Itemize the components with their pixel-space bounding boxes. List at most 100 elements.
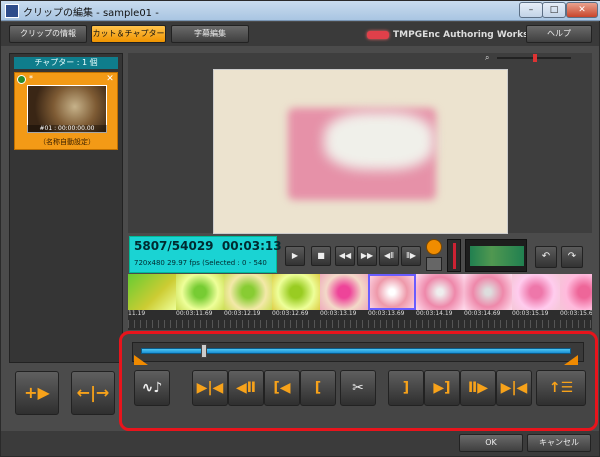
frame-image [176, 274, 224, 310]
frame-timecode: 00:03:12.19 [224, 310, 261, 317]
undo-button[interactable]: ↶ [535, 246, 557, 268]
split-clip-button[interactable]: ←|→ [71, 371, 115, 415]
minimize-button[interactable]: – [519, 2, 543, 18]
playhead-handle[interactable] [201, 344, 207, 358]
frame-image [416, 274, 464, 310]
rewind-button[interactable]: ◀◀ [335, 246, 355, 266]
prev-keyframe-button[interactable]: ▶|◀ [192, 370, 228, 406]
video-details: 720x480 29.97 fps (Selected : 0 - 540 [134, 259, 267, 267]
frame-timecode: 00:03:11.69 [176, 310, 213, 317]
film-frame[interactable]: 00:03:15.69 [560, 274, 592, 320]
maximize-button[interactable]: □ [542, 2, 566, 18]
brand-text: TMPGEnc Authoring Works 5 [393, 30, 538, 40]
film-frame-selected[interactable]: 00:03:13.69 [368, 274, 416, 320]
frame-timecode: 00:03:15.69 [560, 310, 592, 317]
tab-subtitle-edit[interactable]: 字幕編集 [171, 25, 249, 43]
step-back-button[interactable]: ◀Ⅱ [228, 370, 264, 406]
film-frame[interactable]: 00:03:15.19 [512, 274, 560, 320]
ok-badge-icon [17, 75, 26, 84]
audio-mode-icon[interactable] [426, 239, 442, 255]
frame-counter: 5807/54029 00:03:13 [134, 239, 282, 253]
frame-image [272, 274, 320, 310]
delete-chapter-icon[interactable]: ✕ [105, 74, 115, 84]
chapter-count-header: チャプター : 1 個 [14, 57, 118, 69]
film-frame[interactable]: 00:03:14.19 [416, 274, 464, 320]
frame-timecode: 00:03:12.69 [272, 310, 309, 317]
audio-wave-button[interactable]: ∿♪ [134, 370, 170, 406]
next-keyframe-button[interactable]: ▶|◀ [496, 370, 532, 406]
chapter-name: （名称自動設定） [39, 138, 95, 146]
frame-image [368, 274, 416, 310]
frame-image [512, 274, 560, 310]
goto-out-button[interactable]: ▶] [424, 370, 460, 406]
brand-logo: TMPGEnc Authoring Works 5 [367, 28, 538, 42]
cut-button[interactable]: ✂ [340, 370, 376, 406]
goto-in-button[interactable]: [◀ [264, 370, 300, 406]
zoom-knob[interactable] [533, 54, 537, 62]
tab-cut-chapter[interactable]: カット＆チャプター [91, 25, 166, 43]
magnifier-icon: ⌕ [485, 53, 490, 62]
step-forward-frame-button[interactable]: Ⅱ▶ [401, 246, 421, 266]
ok-button[interactable]: OK [459, 434, 523, 452]
volume-bar [453, 243, 456, 269]
current-time: 00:03:13 [221, 239, 282, 253]
frame-image [320, 274, 368, 310]
brand-mark-icon [367, 31, 389, 39]
frame-image [128, 274, 176, 310]
preview-image-cloud [324, 112, 434, 170]
chapter-timecode: #01 : 00:00:00.00 [27, 125, 107, 133]
frame-counter-value: 5807/54029 [134, 239, 214, 253]
frame-timecode: 11.19 [128, 310, 146, 317]
audio-settings-icon[interactable] [426, 257, 442, 271]
in-marker-icon[interactable] [134, 355, 148, 365]
frame-timecode: 00:03:14.19 [416, 310, 453, 317]
frame-timecode: 00:03:13.69 [368, 310, 405, 317]
frame-image [560, 274, 592, 310]
help-button[interactable]: ヘルプ [526, 25, 592, 43]
film-frame[interactable]: 00:03:12.69 [272, 274, 320, 320]
film-frame[interactable]: 00:03:14.69 [464, 274, 512, 320]
step-back-frame-button[interactable]: ◀Ⅱ [379, 246, 399, 266]
fast-forward-button[interactable]: ▶▶ [357, 246, 377, 266]
out-marker-icon[interactable] [564, 355, 578, 365]
filmstrip[interactable]: 11.19 00:03:11.69 00:03:12.19 00:03:12.6… [128, 274, 592, 330]
volume-slider[interactable] [447, 239, 461, 272]
app-icon [5, 4, 19, 18]
app-window: クリップの編集 - sample01 - – □ ✕ クリップの情報 カット＆チ… [0, 0, 600, 457]
film-frame[interactable]: 11.19 [128, 274, 176, 320]
chapter-card[interactable]: * ✕ #01 : 00:00:00.00 （名称自動設定） [14, 72, 118, 150]
chapter-panel: チャプター : 1 個 * ✕ #01 : 00:00:00.00 （名称自動設… [9, 53, 123, 363]
cut-range-bar[interactable] [132, 342, 584, 362]
tab-bar: クリップの情報 カット＆チャプター 字幕編集 TMPGEnc Authoring… [1, 22, 599, 46]
film-frame[interactable]: 00:03:11.69 [176, 274, 224, 320]
audio-meter [465, 239, 527, 272]
set-in-button[interactable]: [ [300, 370, 336, 406]
stop-button[interactable]: ■ [311, 246, 331, 266]
timeline-scale [128, 320, 592, 328]
film-frame[interactable]: 00:03:13.19 [320, 274, 368, 320]
cut-edit-panel: ∿♪ ▶|◀ ◀Ⅱ [◀ [ ✂ ] ▶] Ⅱ▶ ▶|◀ ↑☰ [119, 331, 598, 431]
zoom-slider[interactable]: ⌕ [485, 53, 595, 63]
frame-timecode: 00:03:14.69 [464, 310, 501, 317]
frame-timecode: 00:03:13.19 [320, 310, 357, 317]
tab-clip-info[interactable]: クリップの情報 [9, 25, 87, 43]
frame-image [464, 274, 512, 310]
video-preview [213, 69, 508, 234]
frame-timecode: 00:03:15.19 [512, 310, 549, 317]
cancel-button[interactable]: キャンセル [527, 434, 591, 452]
add-chapter-button[interactable]: +▶ [15, 371, 59, 415]
set-out-button[interactable]: ] [388, 370, 424, 406]
close-button[interactable]: ✕ [566, 2, 598, 18]
film-frame[interactable]: 00:03:12.19 [224, 274, 272, 320]
dialog-footer: OK キャンセル [1, 431, 599, 456]
play-button[interactable]: ▶ [285, 246, 305, 266]
step-fwd-button[interactable]: Ⅱ▶ [460, 370, 496, 406]
timecode-display: 5807/54029 00:03:13 720x480 29.97 fps (S… [129, 236, 282, 273]
window-title: クリップの編集 - sample01 - [23, 8, 159, 19]
chapter-list-button[interactable]: ↑☰ [536, 370, 586, 406]
title-bar: クリップの編集 - sample01 - – □ ✕ [1, 1, 600, 21]
audio-wave-display [470, 246, 524, 266]
chapter-star: * [29, 74, 33, 83]
redo-button[interactable]: ↷ [561, 246, 583, 268]
frame-image [224, 274, 272, 310]
